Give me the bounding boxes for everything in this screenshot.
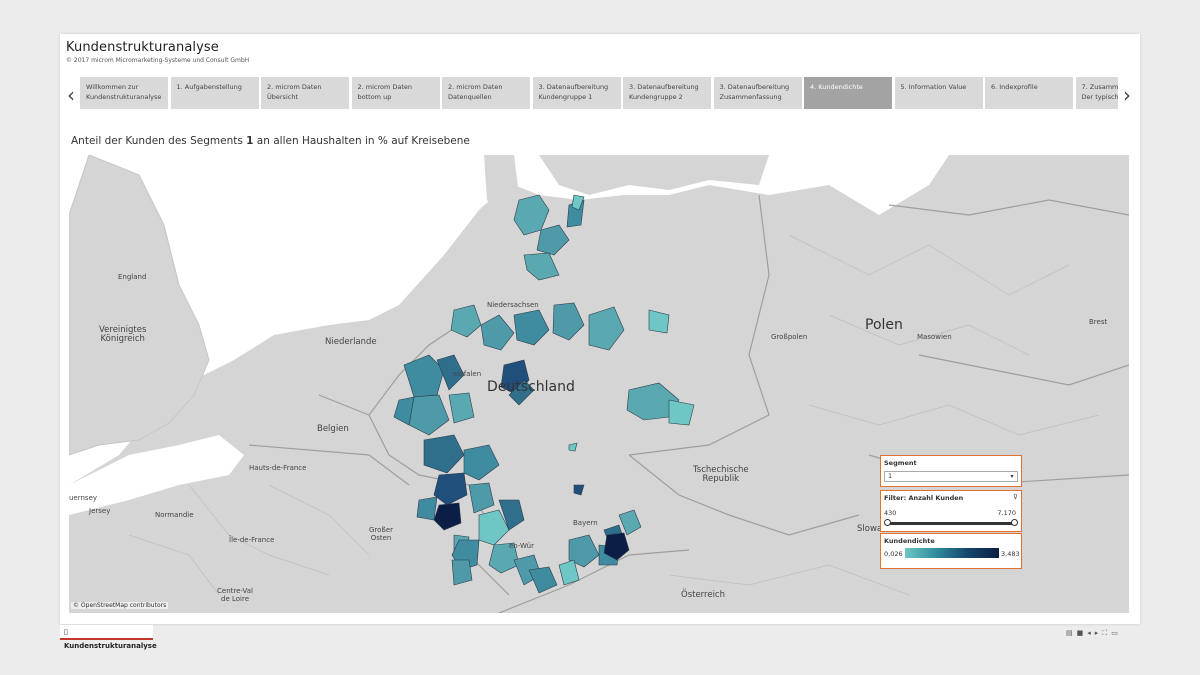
count-filter-min: 430 [884,509,897,517]
region-by-south-2 [558,559,580,586]
count-filter-title: Filter: Anzahl Kunden [884,494,964,502]
legend-min: 0,026 [884,550,903,558]
story-tab-2[interactable]: 2. microm Daten Übersicht [261,77,349,109]
map-label-england: England [118,273,147,281]
story-tab-10[interactable]: 6. Indexprofile [985,77,1073,109]
legend-gradient [905,548,999,558]
region-by-south [528,566,558,594]
region-ba-small [568,442,578,452]
map-label-centre-val-de-loire: Centre-Val de Loire [217,587,254,603]
map-label-westfalen: estfalen [453,370,482,378]
legend-title: Kundendichte [884,537,935,545]
count-range-slider[interactable] [887,522,1015,525]
region-ni-4 [552,302,585,341]
region-sh-2 [536,224,570,256]
map-label-tschechien: Tschechische Republik [693,465,749,484]
story-tab-4[interactable]: 2. microm Daten Datenquellen [442,77,530,109]
story-tabs: Willkommen zur Kundenstrukturanalyse 1. A… [80,77,1118,109]
segment-selected-value: 1 [888,472,893,480]
region-sh-5 [523,252,560,281]
map-attribution[interactable]: © OpenStreetMap contributors [71,602,169,609]
region-nrw-3 [408,394,450,436]
legend-max: 3,483 [1001,550,1020,558]
map-label-jersey: Jersey [89,507,111,515]
map-label-niederlande: Niederlande [325,337,377,347]
view-controls: ▤■◂▸⛶▭ [1066,629,1122,638]
fullscreen-icon[interactable]: ⛶ [1102,629,1111,637]
region-ni-2 [480,314,515,351]
grid-view-icon[interactable]: ▤ [1066,629,1077,637]
story-tab-1[interactable]: 1. Aufgabenstellung [170,77,259,109]
count-slider-min-handle[interactable] [884,519,891,526]
chevron-left-icon[interactable]: ‹ [64,82,78,108]
segment-filter-title: Segment [884,459,917,467]
map-label-baden-wuerttemberg: en-Wür [509,542,534,550]
story-tab-7[interactable]: 3. Datenaufbereitung Zusammenfassung [713,77,802,109]
count-slider-max-handle[interactable] [1011,519,1018,526]
region-rp-2 [416,496,438,521]
sheet-tab[interactable]: ▯ Kundenstrukturanalyse [60,625,157,650]
region-ni-5 [588,306,625,351]
chevron-down-icon[interactable]: ▾ [1008,473,1016,481]
region-ni-6 [648,309,670,334]
story-tab-8[interactable]: 4. Kundendichte [804,77,892,109]
filter-clear-icon[interactable]: ⊽ [1013,493,1018,501]
map-label-hauts-de-france: Hauts-de-France [249,464,307,472]
map-label-masowien: Masowien [917,333,952,341]
copyright-text: © 2017 microm Micromarketing-Systeme und… [66,57,250,64]
chevron-right-icon[interactable]: › [1120,82,1134,108]
region-nrw-4 [448,392,475,424]
story-tab-9[interactable]: 5. Information Value [894,77,983,109]
map-label-brest: Brest [1089,318,1108,326]
story-tab-11[interactable]: 7. Zusammenfassung Der typische Kunde [1075,77,1118,109]
story-tab-0[interactable]: Willkommen zur Kundenstrukturanalyse [80,77,168,109]
dashboard-title: Kundenstrukturanalyse [66,40,219,55]
region-he-1 [423,434,465,474]
denmark [484,155,519,215]
region-he-4 [468,482,495,514]
region-bw-southwest [451,559,473,586]
map-label-ile-de-france: Île-de-France [229,536,275,544]
map-label-grosser-osten: Großer Osten [369,526,394,542]
map-label-bayern: Bayern [573,519,598,527]
region-he-2 [463,444,500,481]
story-icon: ▯ [64,628,68,636]
prev-sheet-icon[interactable]: ◂ [1087,629,1095,637]
single-view-icon[interactable]: ■ [1077,629,1088,637]
map-label-normandie: Normandie [155,511,194,519]
map-label-oesterreich: Österreich [681,590,725,600]
region-ni-1 [450,304,482,338]
density-legend-panel: Kundendichte 0,026 3,483 [880,533,1022,569]
map-label-deutschland: Deutschland [487,379,575,395]
map-label-grosspolen: Großpolen [771,333,808,341]
map-label-polen: Polen [865,317,903,333]
count-filter-max: 7.170 [997,509,1016,517]
segment-filter-panel: Segment 1 ▾ [880,455,1022,487]
region-th-2 [668,399,695,426]
segment-dropdown[interactable]: 1 ▾ [884,471,1018,482]
count-filter-panel: Filter: Anzahl Kunden ⊽ 430 7.170 [880,490,1022,532]
map-heading: Anteil der Kunden des Segments 1 an alle… [71,135,470,147]
region-ni-3 [513,309,550,346]
story-tab-3[interactable]: 2. microm Daten bottom up [351,77,440,109]
region-he-3 [433,472,468,506]
map-label-belgien: Belgien [317,424,349,434]
region-sa-1 [573,484,585,496]
present-icon[interactable]: ▭ [1111,629,1122,637]
story-tab-6[interactable]: 3. Datenaufbereitung Kundengruppe 2 [623,77,711,109]
map-label-niedersachsen: Niedersachsen [487,301,539,309]
dashboard-card: Kundenstrukturanalyse © 2017 microm Micr… [60,34,1140,624]
story-tab-5[interactable]: 3. Datenaufbereitung Kundengruppe 1 [532,77,621,109]
map-label-guernsey: uernsey [69,494,98,502]
region-rp-1 [433,502,462,531]
region-by-3 [618,509,642,536]
map-label-uk: Vereinigtes Königreich [99,325,147,344]
